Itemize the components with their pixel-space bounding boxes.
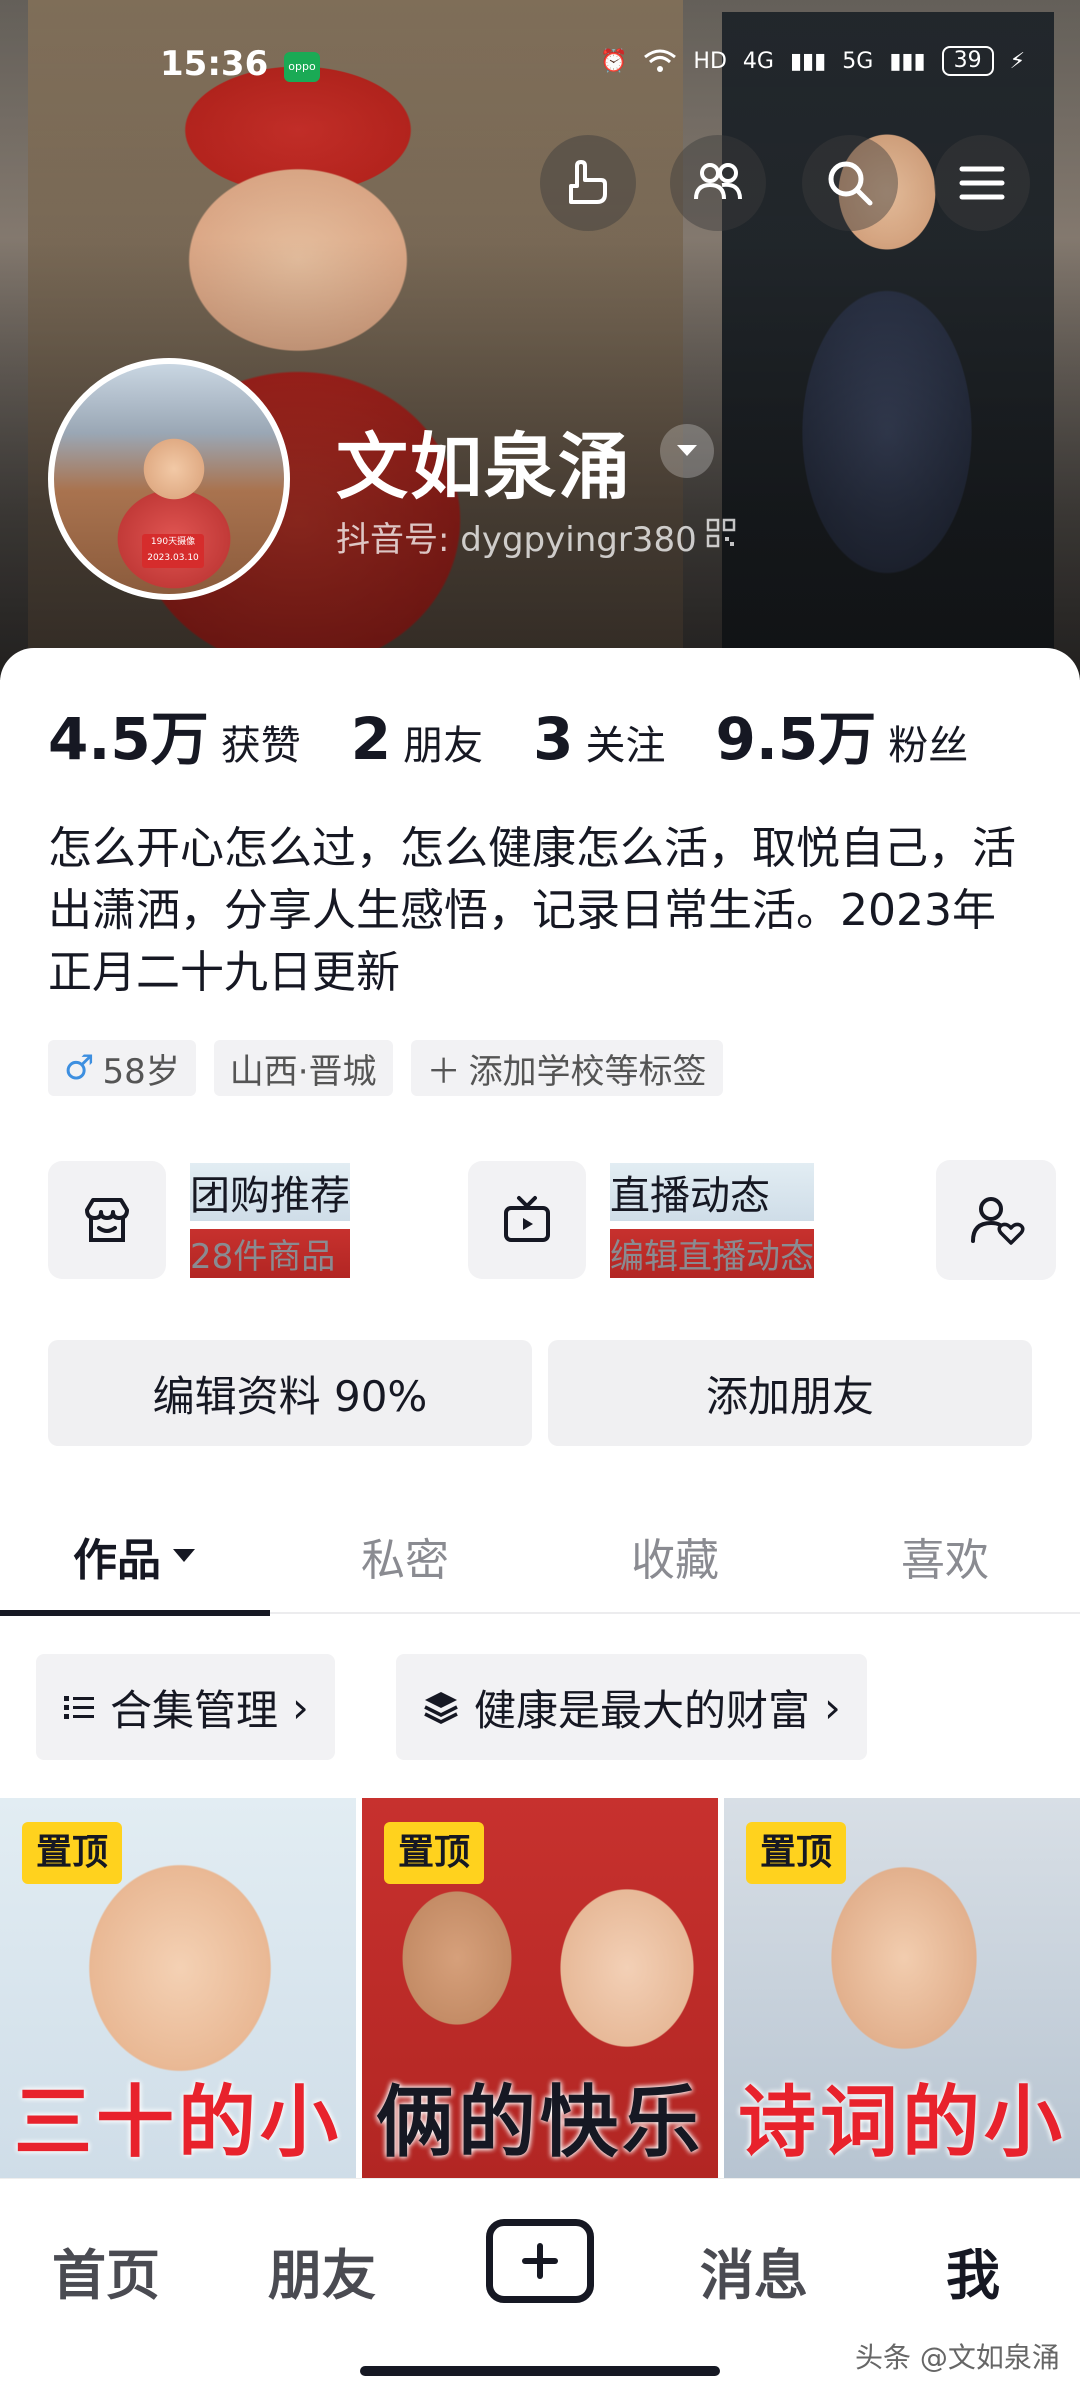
list-icon — [64, 1696, 94, 1719]
edit-profile-button[interactable]: 编辑资料 90% — [48, 1340, 532, 1446]
video-caption: 诗词的小 — [737, 2078, 1066, 2168]
pinned-badge: 置顶 — [22, 1822, 123, 1884]
friend-manage-button[interactable] — [936, 1160, 1056, 1280]
video-caption: 俩的快乐 — [375, 2078, 704, 2168]
add-tag-button[interactable]: ＋添加学校等标签 — [410, 1040, 723, 1096]
location-tag[interactable]: 山西·晋城 — [213, 1040, 393, 1096]
chevron-right-icon: › — [824, 1682, 841, 1732]
nav-friends[interactable]: 朋友 — [268, 2231, 376, 2310]
add-friend-button[interactable]: 添加朋友 — [548, 1340, 1032, 1446]
male-icon: ♂ — [64, 1048, 95, 1088]
signal-bars-icon: ▮▮▮ — [789, 48, 827, 74]
pinned-badge: 置顶 — [384, 1822, 485, 1884]
signal-bars-icon-2: ▮▮▮ — [889, 48, 926, 74]
avatar-date-tag: 190天摄像 2023.03.10 — [142, 534, 204, 568]
create-button[interactable] — [486, 2219, 594, 2303]
app-notification-icon: oppo — [284, 52, 320, 82]
active-tab-indicator — [0, 1610, 270, 1616]
profile-bio[interactable]: 怎么开心怎么过，怎么健康怎么活，取悦自己，活出潇洒，分享人生感悟，记录日常生活。… — [48, 818, 1038, 1004]
video-thumbnail[interactable]: 置顶 诗词的小 — [724, 1798, 1080, 2178]
video-grid: 置顶 三十的小 置顶 俩的快乐 置顶 诗词的小 — [0, 1798, 1080, 2178]
menu-button[interactable] — [934, 135, 1030, 231]
video-caption: 三十的小 — [13, 2078, 342, 2168]
hamburger-menu-icon — [959, 166, 1005, 200]
nav-me[interactable]: 我 — [946, 2231, 1000, 2310]
video-thumbnail[interactable]: 置顶 俩的快乐 — [362, 1798, 718, 2178]
status-time: 15:36 — [160, 44, 269, 84]
search-button[interactable] — [802, 135, 898, 231]
video-thumbnail[interactable]: 置顶 三十的小 — [0, 1798, 356, 2178]
playlist-chip[interactable]: 健康是最大的财富 › — [396, 1654, 867, 1760]
user-heart-icon — [971, 1197, 1025, 1245]
likes-stat[interactable]: 4.5万 获赞 — [48, 692, 301, 776]
alarm-icon: ⏰ — [600, 48, 628, 74]
douyin-id[interactable]: 抖音号: dygpyingr380 — [336, 512, 697, 561]
home-indicator[interactable] — [360, 2366, 720, 2376]
watermark: 头条 @文如泉涌 — [855, 2341, 1060, 2374]
tab-private[interactable]: 私密 — [270, 1498, 540, 1614]
shop-icon — [85, 1198, 129, 1242]
chevron-right-icon: › — [292, 1682, 309, 1732]
avatar[interactable]: 190天摄像 2023.03.10 — [48, 358, 290, 600]
content-tabs: 作品 私密 收藏 喜欢 — [0, 1498, 1080, 1616]
age-tag[interactable]: ♂ 58岁 — [48, 1040, 196, 1096]
qr-code-icon[interactable] — [706, 518, 736, 548]
account-switch-button[interactable] — [660, 424, 714, 478]
collection-manage-chip[interactable]: 合集管理 › — [36, 1654, 335, 1760]
visitors-button[interactable] — [540, 135, 636, 231]
profile-name: 文如泉涌 — [336, 425, 633, 509]
profile-card: 4.5万 获赞 2 朋友 3 关注 9.5万 粉丝 怎么开心怎么过，怎么健康怎么活，取悦… — [0, 648, 1080, 2400]
hd-indicator: HD — [693, 48, 727, 74]
signal-4g-icon: 4G — [742, 48, 774, 74]
search-icon — [828, 161, 873, 206]
caret-down-icon — [173, 1549, 195, 1562]
followers-stat[interactable]: 9.5万 粉丝 — [715, 692, 968, 776]
people-icon — [694, 163, 742, 200]
live-entry[interactable]: 直播动态 编辑直播动态 — [468, 1160, 814, 1280]
battery-icon: 39 — [941, 46, 994, 76]
layers-icon — [424, 1692, 458, 1724]
stats-row: 4.5万 获赞 2 朋友 3 关注 9.5万 粉丝 — [48, 692, 1018, 776]
charging-icon: ⚡ — [1009, 48, 1026, 74]
wifi-icon — [644, 49, 677, 72]
friends-stat[interactable]: 2 朋友 — [351, 705, 483, 773]
tv-icon — [504, 1196, 550, 1242]
pinned-badge: 置顶 — [746, 1822, 847, 1884]
tab-favorites[interactable]: 收藏 — [540, 1498, 810, 1614]
signal-5g-icon: 5G — [842, 48, 874, 74]
profile-tags: ♂ 58岁 山西·晋城 ＋添加学校等标签 — [48, 1040, 723, 1096]
tab-likes[interactable]: 喜欢 — [810, 1498, 1080, 1614]
group-buy-entry[interactable]: 团购推荐 28件商品 — [48, 1160, 350, 1280]
tab-works[interactable]: 作品 — [0, 1498, 270, 1616]
nav-messages[interactable]: 消息 — [700, 2231, 808, 2310]
profile-screen: 15:36 oppo ⏰ HD 4G ▮▮▮ 5G ▮▮▮ 39 ⚡ 190天摄… — [0, 0, 1080, 2400]
find-friends-button[interactable] — [670, 135, 766, 231]
following-stat[interactable]: 3 关注 — [533, 705, 665, 773]
nav-home[interactable]: 首页 — [52, 2231, 160, 2310]
plus-icon — [522, 2243, 558, 2279]
bottom-nav: 首页 朋友 消息 我 — [0, 2178, 1080, 2358]
plus-icon: ＋ — [426, 1051, 461, 1092]
caret-down-icon — [677, 445, 697, 456]
pointing-hand-icon — [569, 160, 607, 204]
status-bar: 15:36 oppo ⏰ HD 4G ▮▮▮ 5G ▮▮▮ 39 ⚡ — [0, 44, 1080, 94]
